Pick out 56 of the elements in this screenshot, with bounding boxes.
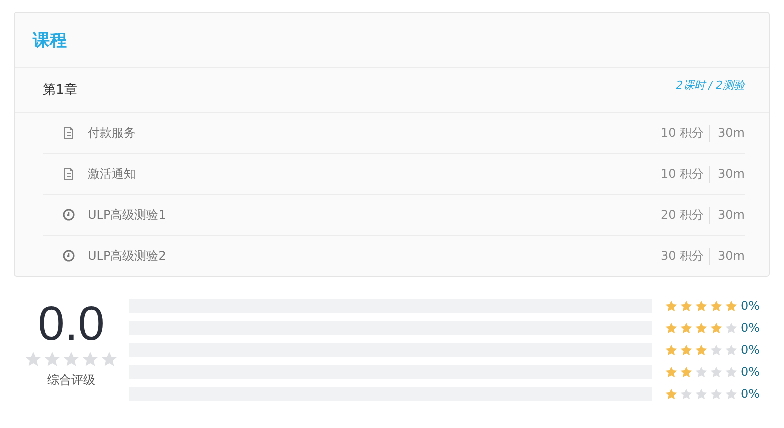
document-icon bbox=[63, 168, 75, 180]
star-icon bbox=[695, 322, 708, 334]
lesson-points: 20 积分 bbox=[660, 206, 710, 224]
star-icon bbox=[665, 344, 678, 356]
star-icon bbox=[725, 366, 738, 378]
lesson-points: 30 积分 bbox=[660, 248, 710, 264]
star-icon bbox=[710, 366, 723, 378]
rating-percent: 0% bbox=[741, 321, 760, 335]
star-icon bbox=[665, 300, 678, 312]
star-icon bbox=[710, 388, 723, 400]
lesson-title[interactable]: ULP高级测验1 bbox=[88, 206, 661, 224]
star-icon bbox=[63, 351, 80, 368]
star-icon bbox=[695, 344, 708, 356]
star-icon bbox=[680, 300, 693, 312]
lesson-duration: 30m bbox=[717, 208, 745, 222]
star-icon bbox=[680, 322, 693, 334]
star-icon bbox=[725, 322, 738, 334]
document-icon bbox=[63, 127, 75, 139]
star-icon bbox=[695, 366, 708, 378]
lesson-title[interactable]: 激活通知 bbox=[88, 166, 661, 182]
star-icon bbox=[680, 366, 693, 378]
star-icon bbox=[101, 351, 118, 368]
star-icon bbox=[680, 344, 693, 356]
clock-icon bbox=[63, 209, 75, 221]
chapter-summary: 2课时 / 2测验 bbox=[676, 78, 745, 93]
star-icon bbox=[695, 300, 708, 312]
star-icon bbox=[44, 351, 61, 368]
star-icon bbox=[695, 388, 708, 400]
star-icon bbox=[710, 322, 723, 334]
card-title: 课程 bbox=[33, 30, 67, 52]
lesson-duration: 30m bbox=[717, 167, 745, 181]
lesson-title[interactable]: 付款服务 bbox=[88, 124, 661, 142]
rating-percent: 0% bbox=[741, 343, 760, 357]
star-icon bbox=[725, 388, 738, 400]
lesson-duration: 30m bbox=[717, 249, 745, 263]
star-icon bbox=[25, 351, 42, 368]
star-icon bbox=[665, 366, 678, 378]
star-icon bbox=[710, 344, 723, 356]
lesson-points: 10 积分 bbox=[660, 166, 710, 182]
lesson-points: 10 积分 bbox=[660, 124, 710, 142]
rating-percent: 0% bbox=[741, 365, 760, 379]
star-icon bbox=[665, 388, 678, 400]
star-icon bbox=[680, 388, 693, 400]
chapter-title[interactable]: 第1章 bbox=[43, 81, 78, 99]
rating-label: 综合评级 bbox=[48, 372, 96, 389]
star-icon bbox=[710, 300, 723, 312]
rating-score: 0.0 bbox=[38, 299, 105, 351]
rating-percent: 0% bbox=[741, 299, 760, 313]
star-icon bbox=[665, 322, 678, 334]
star-icon bbox=[725, 300, 738, 312]
star-icon bbox=[725, 344, 738, 356]
lesson-duration: 30m bbox=[717, 126, 745, 140]
clock-icon bbox=[63, 250, 75, 262]
star-icon bbox=[82, 351, 99, 368]
lesson-title[interactable]: ULP高级测验2 bbox=[88, 248, 661, 264]
rating-percent: 0% bbox=[741, 387, 760, 401]
